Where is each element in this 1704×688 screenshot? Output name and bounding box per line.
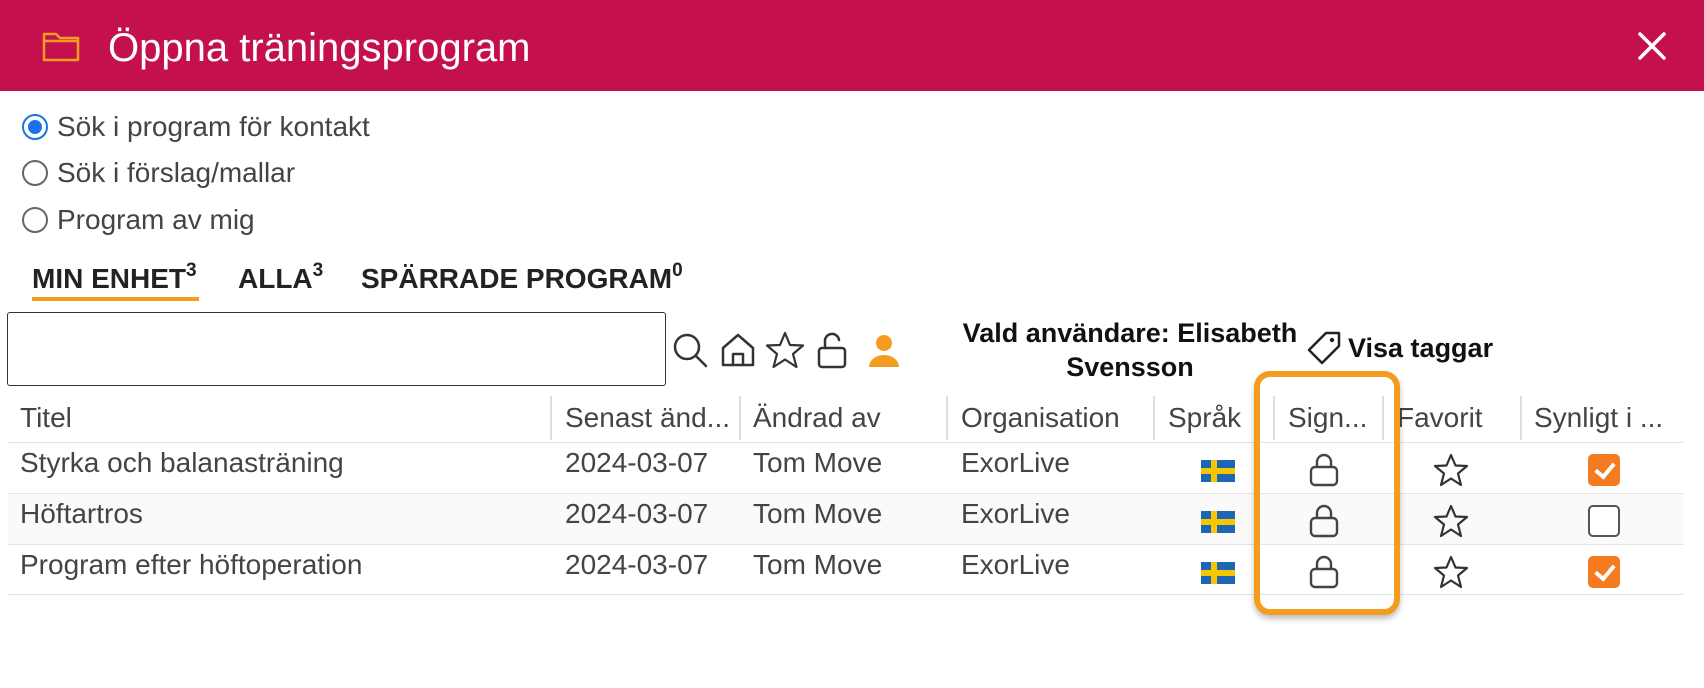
favorite-star-icon[interactable]: [1433, 452, 1469, 488]
tab-label: ALLA: [238, 263, 313, 294]
radio-search-templates[interactable]: Sök i förslag/mallar: [22, 156, 295, 190]
radio-button[interactable]: [22, 114, 48, 140]
lock-icon: [1309, 504, 1339, 538]
cell-organisation: ExorLive: [961, 447, 1070, 478]
sweden-flag-icon: [1201, 511, 1235, 533]
column-header-title[interactable]: Titel: [8, 394, 548, 442]
user-icon[interactable]: [864, 330, 904, 370]
visible-checkbox[interactable]: [1588, 454, 1620, 486]
sweden-flag-icon: [1201, 562, 1235, 584]
column-divider[interactable]: [1273, 396, 1275, 440]
tab-label: MIN ENHET: [32, 263, 186, 294]
cell-modified: 2024-03-07: [565, 498, 709, 529]
cell-modified-by: Tom Move: [753, 447, 883, 478]
column-header-modified-by[interactable]: Ändrad av: [741, 394, 941, 442]
show-tags-button[interactable]: Visa taggar: [1306, 330, 1493, 366]
tab-min-enhet[interactable]: MIN ENHET3: [32, 260, 197, 296]
cell-modified-by: Tom Move: [753, 549, 883, 580]
tab-count: 3: [186, 260, 197, 281]
cell-modified: 2024-03-07: [565, 549, 709, 580]
dialog-header: Öppna träningsprogram: [0, 0, 1704, 91]
column-header-organisation[interactable]: Organisation: [949, 394, 1149, 442]
radio-label: Sök i förslag/mallar: [57, 157, 296, 188]
active-tab-indicator: [32, 297, 199, 301]
column-header-signed[interactable]: Sign...: [1276, 394, 1380, 442]
cell-title: Program efter höftoperation: [20, 549, 363, 580]
favorite-star-icon[interactable]: [1433, 554, 1469, 590]
cell-title: Styrka och balanasträning: [20, 447, 344, 478]
table-header: Titel Senast änd... Ändrad av Organisati…: [8, 394, 1684, 442]
radio-button[interactable]: [22, 207, 48, 233]
tab-count: 3: [312, 260, 324, 281]
table-row[interactable]: Styrka och balanasträning 2024-03-07 Tom…: [8, 442, 1684, 493]
radio-button[interactable]: [22, 160, 48, 186]
tab-sparrade-program[interactable]: SPÄRRADE PROGRAM0: [361, 260, 683, 296]
close-icon[interactable]: [1630, 24, 1674, 68]
column-divider[interactable]: [1382, 396, 1384, 440]
search-icon[interactable]: [670, 330, 710, 370]
table-body: Styrka och balanasträning 2024-03-07 Tom…: [8, 442, 1684, 595]
cell-modified: 2024-03-07: [565, 447, 709, 478]
table-row[interactable]: Höftartros 2024-03-07 Tom Move ExorLive: [8, 493, 1684, 544]
sweden-flag-icon: [1201, 460, 1235, 482]
cell-modified-by: Tom Move: [753, 498, 883, 529]
column-header-visible[interactable]: Synligt i ...: [1522, 394, 1682, 442]
cell-title: Höftartros: [20, 498, 143, 529]
radio-my-programs[interactable]: Program av mig: [22, 203, 255, 237]
unlock-icon[interactable]: [813, 330, 853, 370]
tab-label: SPÄRRADE PROGRAM: [361, 263, 673, 294]
folder-icon: [42, 32, 80, 62]
column-header-modified[interactable]: Senast änd...: [553, 394, 739, 442]
visible-checkbox[interactable]: [1588, 556, 1620, 588]
column-divider[interactable]: [946, 396, 948, 440]
table-row[interactable]: Program efter höftoperation 2024-03-07 T…: [8, 544, 1684, 595]
column-header-language[interactable]: Språk: [1156, 394, 1272, 442]
show-tags-label: Visa taggar: [1348, 332, 1494, 363]
radio-label: Program av mig: [57, 204, 255, 235]
tag-icon: [1307, 331, 1341, 365]
tab-count: 0: [672, 260, 683, 281]
home-icon[interactable]: [718, 330, 758, 370]
lock-icon: [1309, 453, 1339, 487]
star-icon[interactable]: [765, 330, 805, 370]
dialog-title: Öppna träningsprogram: [108, 26, 531, 70]
cell-organisation: ExorLive: [961, 498, 1070, 529]
lock-icon: [1309, 555, 1339, 589]
visible-checkbox[interactable]: [1588, 505, 1620, 537]
tab-alla[interactable]: ALLA3: [238, 260, 324, 296]
search-input[interactable]: [7, 312, 666, 386]
column-divider[interactable]: [550, 396, 552, 440]
favorite-star-icon[interactable]: [1433, 503, 1469, 539]
column-divider[interactable]: [1153, 396, 1155, 440]
radio-label: Sök i program för kontakt: [57, 111, 370, 142]
radio-search-contact[interactable]: Sök i program för kontakt: [22, 110, 370, 144]
programs-table: Titel Senast änd... Ändrad av Organisati…: [8, 394, 1684, 595]
column-header-favorite[interactable]: Favorit: [1385, 394, 1521, 442]
selected-user-label: Vald användare: Elisabeth Svensson: [962, 318, 1298, 382]
cell-organisation: ExorLive: [961, 549, 1070, 580]
